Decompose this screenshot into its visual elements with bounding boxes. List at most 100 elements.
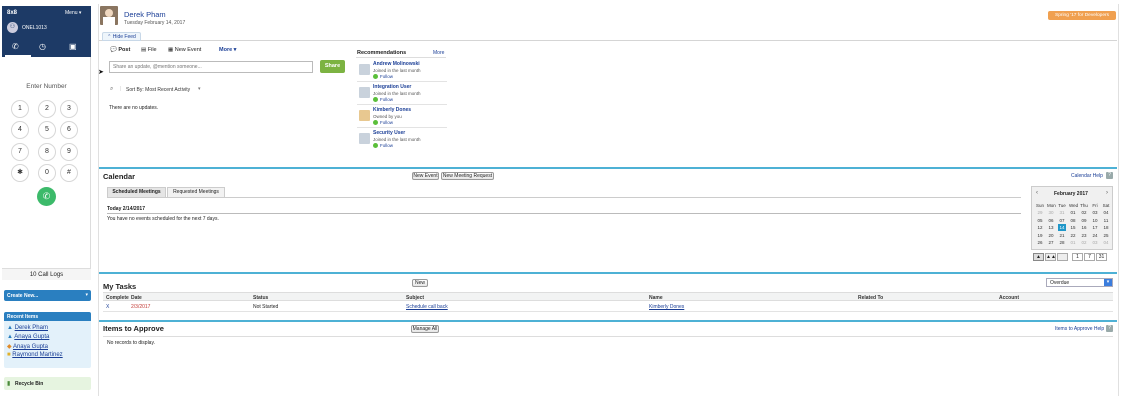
new-task-button[interactable]: New [412, 279, 428, 287]
profile-name[interactable]: Derek Pham [124, 10, 166, 19]
list-item[interactable]: ▲ Anaya Gupta [7, 334, 49, 340]
create-new-select[interactable]: Create New... ▾ [4, 290, 91, 301]
calendar-day[interactable]: 28 [1058, 239, 1066, 246]
share-update-input[interactable] [109, 61, 313, 73]
calendar-day[interactable]: 22 [1069, 232, 1077, 239]
list-view-icon[interactable] [1057, 253, 1068, 261]
follow-button[interactable]: Follow [373, 97, 393, 103]
list-item[interactable]: ◆ Anaya Gupta [7, 343, 48, 350]
share-button[interactable]: Share [320, 60, 345, 73]
recommendations-more-link[interactable]: More [433, 50, 444, 56]
call-logs[interactable]: 10 Call Logs [2, 268, 91, 280]
calendar-day[interactable]: 21 [1058, 232, 1066, 239]
promo-button[interactable]: Spring '17 for Developers [1048, 11, 1116, 20]
tab-more[interactable]: More ▾ [219, 47, 236, 53]
search-icon[interactable]: ⌕ [110, 86, 113, 93]
calendar-day[interactable]: 12 [1036, 224, 1044, 231]
sort-select[interactable]: Sort By: Most Recent Activity [126, 87, 190, 93]
calendar-day[interactable]: 09 [1080, 217, 1088, 224]
calendar-day[interactable]: 17 [1091, 224, 1099, 231]
profile-avatar[interactable] [100, 6, 118, 25]
complete-task-link[interactable]: X [106, 304, 109, 310]
help-icon[interactable]: ? [1106, 172, 1113, 179]
calendar-day[interactable]: 04 [1102, 239, 1110, 246]
calendar-day[interactable]: 29 [1036, 209, 1044, 216]
next-month-icon[interactable]: › [1106, 190, 1108, 196]
calendar-day[interactable]: 20 [1047, 232, 1055, 239]
calendar-day[interactable]: 06 [1047, 217, 1055, 224]
calendar-day[interactable]: 04 [1102, 209, 1110, 216]
task-subject-link[interactable]: Schedule call back [406, 304, 448, 310]
single-user-view-icon[interactable]: ▲ [1033, 253, 1044, 261]
calendar-day[interactable]: 25 [1102, 232, 1110, 239]
calendar-day[interactable]: 10 [1091, 217, 1099, 224]
key-4[interactable]: 4 [11, 121, 29, 139]
new-event-button[interactable]: New Event [412, 172, 439, 180]
calendar-day[interactable]: 03 [1091, 209, 1099, 216]
follow-button[interactable]: Follow [373, 143, 393, 149]
recent-item-label[interactable]: Anaya Gupta [13, 344, 48, 350]
new-meeting-button[interactable]: New Meeting Request [441, 172, 494, 180]
calendar-day[interactable]: 26 [1036, 239, 1044, 246]
calendar-day[interactable]: 07 [1058, 217, 1066, 224]
approve-help-link[interactable]: Items to Approve Help [1055, 326, 1104, 332]
manage-all-button[interactable]: Manage All [411, 325, 439, 333]
tab-scheduled-meetings[interactable]: Scheduled Meetings [107, 187, 166, 197]
key-7[interactable]: 7 [11, 143, 29, 161]
key-5[interactable]: 5 [38, 121, 56, 139]
calendar-day[interactable]: 14 [1058, 224, 1066, 231]
tab-requested-meetings[interactable]: Requested Meetings [167, 187, 225, 197]
task-name-link[interactable]: Kimberly Dones [649, 304, 684, 310]
calendar-day[interactable]: 31 [1058, 209, 1066, 216]
calendar-day[interactable]: 18 [1102, 224, 1110, 231]
key-2[interactable]: 2 [38, 100, 56, 118]
tab-new-event[interactable]: ▦ New Event [168, 47, 201, 53]
calendar-day[interactable]: 23 [1080, 232, 1088, 239]
tab-post[interactable]: 💬 Post [110, 47, 130, 53]
calendar-day[interactable]: 02 [1080, 239, 1088, 246]
tab-file[interactable]: ▤ File [141, 47, 157, 53]
key-3[interactable]: 3 [60, 100, 78, 118]
calendar-day[interactable]: 13 [1047, 224, 1055, 231]
tasks-filter-select[interactable]: Overdue ▾ [1046, 278, 1113, 287]
calendar-day[interactable]: 30 [1047, 209, 1055, 216]
calendar-day[interactable]: 01 [1069, 239, 1077, 246]
calendar-day[interactable]: 11 [1102, 217, 1110, 224]
key-6[interactable]: 6 [60, 121, 78, 139]
recommendation-name[interactable]: Kimberly Dones [373, 107, 411, 113]
key-hash[interactable]: # [60, 164, 78, 182]
calendar-day[interactable]: 27 [1047, 239, 1055, 246]
recent-item-label[interactable]: Raymond Martinez [12, 352, 62, 358]
calendar-day[interactable]: 03 [1091, 239, 1099, 246]
key-0[interactable]: 0 [38, 164, 56, 182]
key-star[interactable]: ✱ [11, 164, 29, 182]
key-8[interactable]: 8 [38, 143, 56, 161]
day-view-button[interactable]: 1 [1072, 253, 1083, 261]
calendar-day[interactable]: 15 [1069, 224, 1077, 231]
help-icon[interactable]: ? [1106, 325, 1113, 332]
multi-user-view-icon[interactable]: ▲▲ [1045, 253, 1056, 261]
key-9[interactable]: 9 [60, 143, 78, 161]
calendar-day[interactable]: 08 [1069, 217, 1077, 224]
list-item[interactable]: ▲ Derek Pham [7, 325, 48, 331]
recent-item-label[interactable]: Anaya Gupta [14, 334, 49, 340]
calendar-day[interactable]: 24 [1091, 232, 1099, 239]
hide-feed-button[interactable]: ⌃ Hide Feed [102, 32, 141, 41]
prev-month-icon[interactable]: ‹ [1036, 190, 1038, 196]
calendar-day[interactable]: 16 [1080, 224, 1088, 231]
calendar-day[interactable]: 05 [1036, 217, 1044, 224]
calendar-day[interactable]: 02 [1080, 209, 1088, 216]
calendar-day[interactable]: 01 [1069, 209, 1077, 216]
recommendation-name[interactable]: Security User [373, 130, 405, 136]
calendar-help-link[interactable]: Calendar Help [1071, 173, 1103, 179]
follow-button[interactable]: Follow [373, 120, 393, 126]
week-view-button[interactable]: 7 [1084, 253, 1095, 261]
follow-button[interactable]: Follow [373, 74, 393, 80]
recent-item-label[interactable]: Derek Pham [15, 325, 48, 331]
calendar-day[interactable]: 19 [1036, 232, 1044, 239]
recycle-bin[interactable]: ▮ Recycle Bin [4, 377, 91, 390]
list-item[interactable]: ■ Raymond Martinez [7, 352, 63, 358]
recommendation-name[interactable]: Integration User [373, 84, 411, 90]
key-1[interactable]: 1 [11, 100, 29, 118]
call-button[interactable]: ✆ [37, 187, 56, 206]
